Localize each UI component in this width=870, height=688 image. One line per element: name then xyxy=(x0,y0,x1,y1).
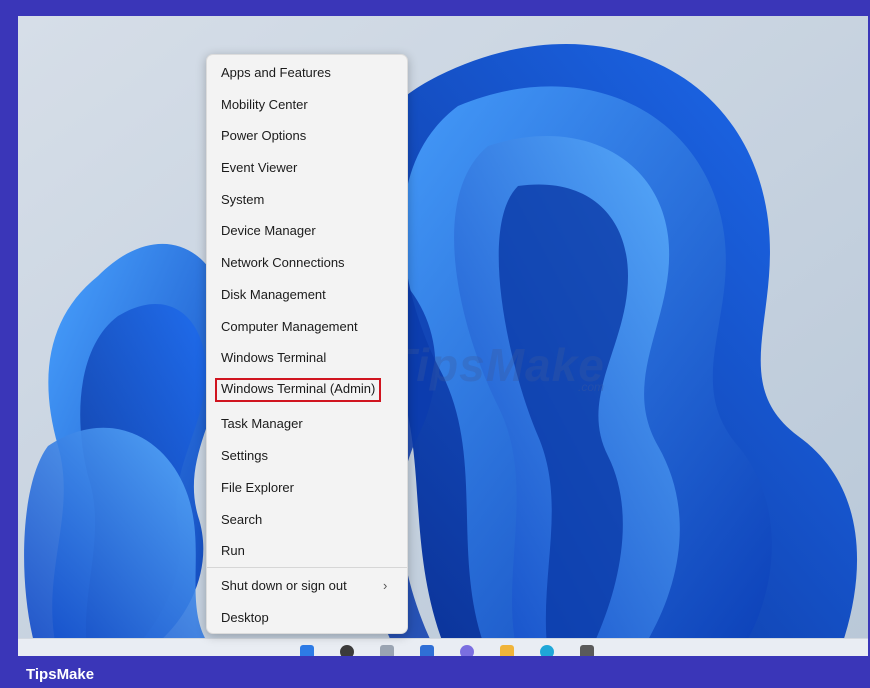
quick-link-context-menu: Apps and Features Mobility Center Power … xyxy=(206,54,408,634)
search-icon[interactable] xyxy=(340,645,354,656)
menu-item-settings[interactable]: Settings xyxy=(221,446,268,466)
menu-item-power-options[interactable]: Power Options xyxy=(221,126,306,146)
file-explorer-icon[interactable] xyxy=(500,645,514,656)
chevron-right-icon: › xyxy=(383,578,388,593)
chat-icon[interactable] xyxy=(460,645,474,656)
start-icon[interactable] xyxy=(300,645,314,656)
menu-item-mobility-center[interactable]: Mobility Center xyxy=(221,95,308,115)
watermark-suffix: .com xyxy=(578,380,605,394)
widgets-icon[interactable] xyxy=(420,645,434,656)
menu-item-shut-down-or-sign-out[interactable]: Shut down or sign out xyxy=(221,576,347,596)
menu-item-windows-terminal-admin[interactable]: Windows Terminal (Admin) xyxy=(215,378,382,402)
menu-item-windows-terminal[interactable]: Windows Terminal xyxy=(221,348,326,368)
menu-item-computer-management[interactable]: Computer Management xyxy=(221,317,358,337)
store-icon[interactable] xyxy=(580,645,594,656)
menu-item-file-explorer[interactable]: File Explorer xyxy=(221,478,294,498)
brand-footer: TipsMake xyxy=(26,666,95,683)
menu-divider xyxy=(207,567,407,568)
menu-item-apps-and-features[interactable]: Apps and Features xyxy=(221,63,331,83)
watermark-logo: TipsMake xyxy=(388,339,605,391)
menu-item-task-manager[interactable]: Task Manager xyxy=(221,414,303,434)
menu-item-disk-management[interactable]: Disk Management xyxy=(221,285,326,305)
desktop-screen: TipsMake .com Apps and Features Mobility… xyxy=(18,16,868,656)
menu-item-run[interactable]: Run xyxy=(221,541,245,561)
menu-item-search[interactable]: Search xyxy=(221,510,262,530)
menu-item-device-manager[interactable]: Device Manager xyxy=(221,221,316,241)
windows-bloom-wallpaper xyxy=(18,16,868,656)
taskbar xyxy=(18,638,868,656)
article-frame: TipsMake .com Apps and Features Mobility… xyxy=(0,0,870,688)
task-view-icon[interactable] xyxy=(380,645,394,656)
menu-item-network-connections[interactable]: Network Connections xyxy=(221,253,345,273)
menu-item-event-viewer[interactable]: Event Viewer xyxy=(221,158,297,178)
edge-icon[interactable] xyxy=(540,645,554,656)
menu-item-system[interactable]: System xyxy=(221,190,264,210)
menu-item-desktop[interactable]: Desktop xyxy=(221,608,269,628)
